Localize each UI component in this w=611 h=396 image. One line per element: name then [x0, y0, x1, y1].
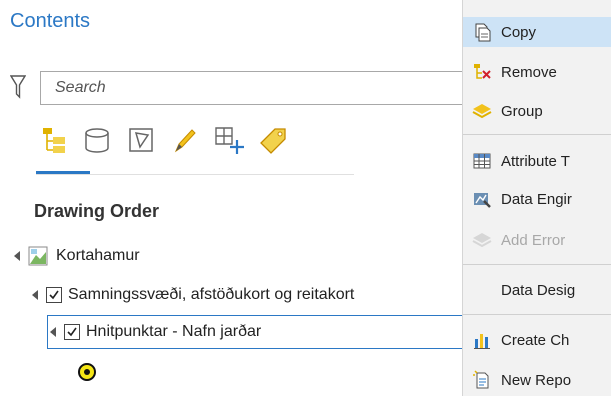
menu-item-add-error-layers: Add Error	[463, 225, 611, 255]
contents-pane: Contents Drawing	[0, 0, 480, 396]
menu-separator	[463, 134, 611, 135]
data-engineering-icon	[463, 189, 501, 209]
tree-row-layer-selected[interactable]: Hnitpunktar - Nafn jarðar	[47, 315, 463, 349]
tree-row-map[interactable]: Kortahamur	[14, 240, 140, 272]
add-error-layers-icon	[463, 230, 501, 250]
menu-item-remove[interactable]: Remove	[463, 57, 611, 87]
attribute-table-icon	[463, 151, 501, 171]
visibility-checkbox[interactable]	[46, 287, 62, 303]
pane-title: Contents	[10, 10, 91, 32]
copy-icon	[463, 22, 501, 42]
menu-item-create-chart[interactable]: Create Ch	[463, 325, 611, 355]
filter-icon[interactable]	[9, 74, 27, 100]
list-by-selection-icon[interactable]	[124, 123, 158, 157]
menu-item-group[interactable]: Group	[463, 96, 611, 126]
search-box[interactable]	[40, 71, 480, 105]
list-by-snapping-icon[interactable]	[212, 123, 246, 157]
menu-item-copy[interactable]: Copy	[463, 17, 611, 47]
list-by-data-source-icon[interactable]	[80, 123, 114, 157]
tree-label: Hnitpunktar - Nafn jarðar	[86, 323, 262, 340]
menu-separator	[463, 264, 611, 265]
menu-item-data-design[interactable]: Data Desig	[463, 275, 611, 305]
menu-item-new-report[interactable]: New Repo	[463, 365, 611, 395]
collapse-arrow-icon[interactable]	[50, 327, 56, 337]
visibility-checkbox[interactable]	[64, 324, 80, 340]
point-symbol-icon[interactable]	[77, 362, 97, 387]
search-input[interactable]	[41, 72, 479, 104]
menu-item-attribute-table[interactable]: Attribute T	[463, 146, 611, 176]
collapse-arrow-icon[interactable]	[32, 290, 38, 300]
list-by-editing-icon[interactable]	[168, 123, 202, 157]
context-menu: Copy Remove Group Attribute T Data Engir…	[462, 0, 611, 396]
list-by-labeling-icon[interactable]	[256, 123, 290, 157]
collapse-arrow-icon[interactable]	[14, 251, 20, 261]
group-icon	[463, 101, 501, 121]
create-chart-icon	[463, 330, 501, 350]
list-by-drawing-order-icon[interactable]	[36, 123, 70, 157]
menu-separator	[463, 314, 611, 315]
new-report-icon	[463, 370, 501, 390]
tree-label: Samningssvæði, afstöðukort og reitakort	[68, 286, 355, 303]
remove-icon	[463, 62, 501, 82]
menu-item-data-engineering[interactable]: Data Engir	[463, 184, 611, 214]
drawing-order-heading: Drawing Order	[34, 201, 160, 221]
toolbar-divider	[36, 174, 354, 175]
tree-label: Kortahamur	[56, 247, 140, 264]
map-icon	[28, 246, 48, 266]
tree-row-group[interactable]: Samningssvæði, afstöðukort og reitakort	[32, 279, 354, 311]
